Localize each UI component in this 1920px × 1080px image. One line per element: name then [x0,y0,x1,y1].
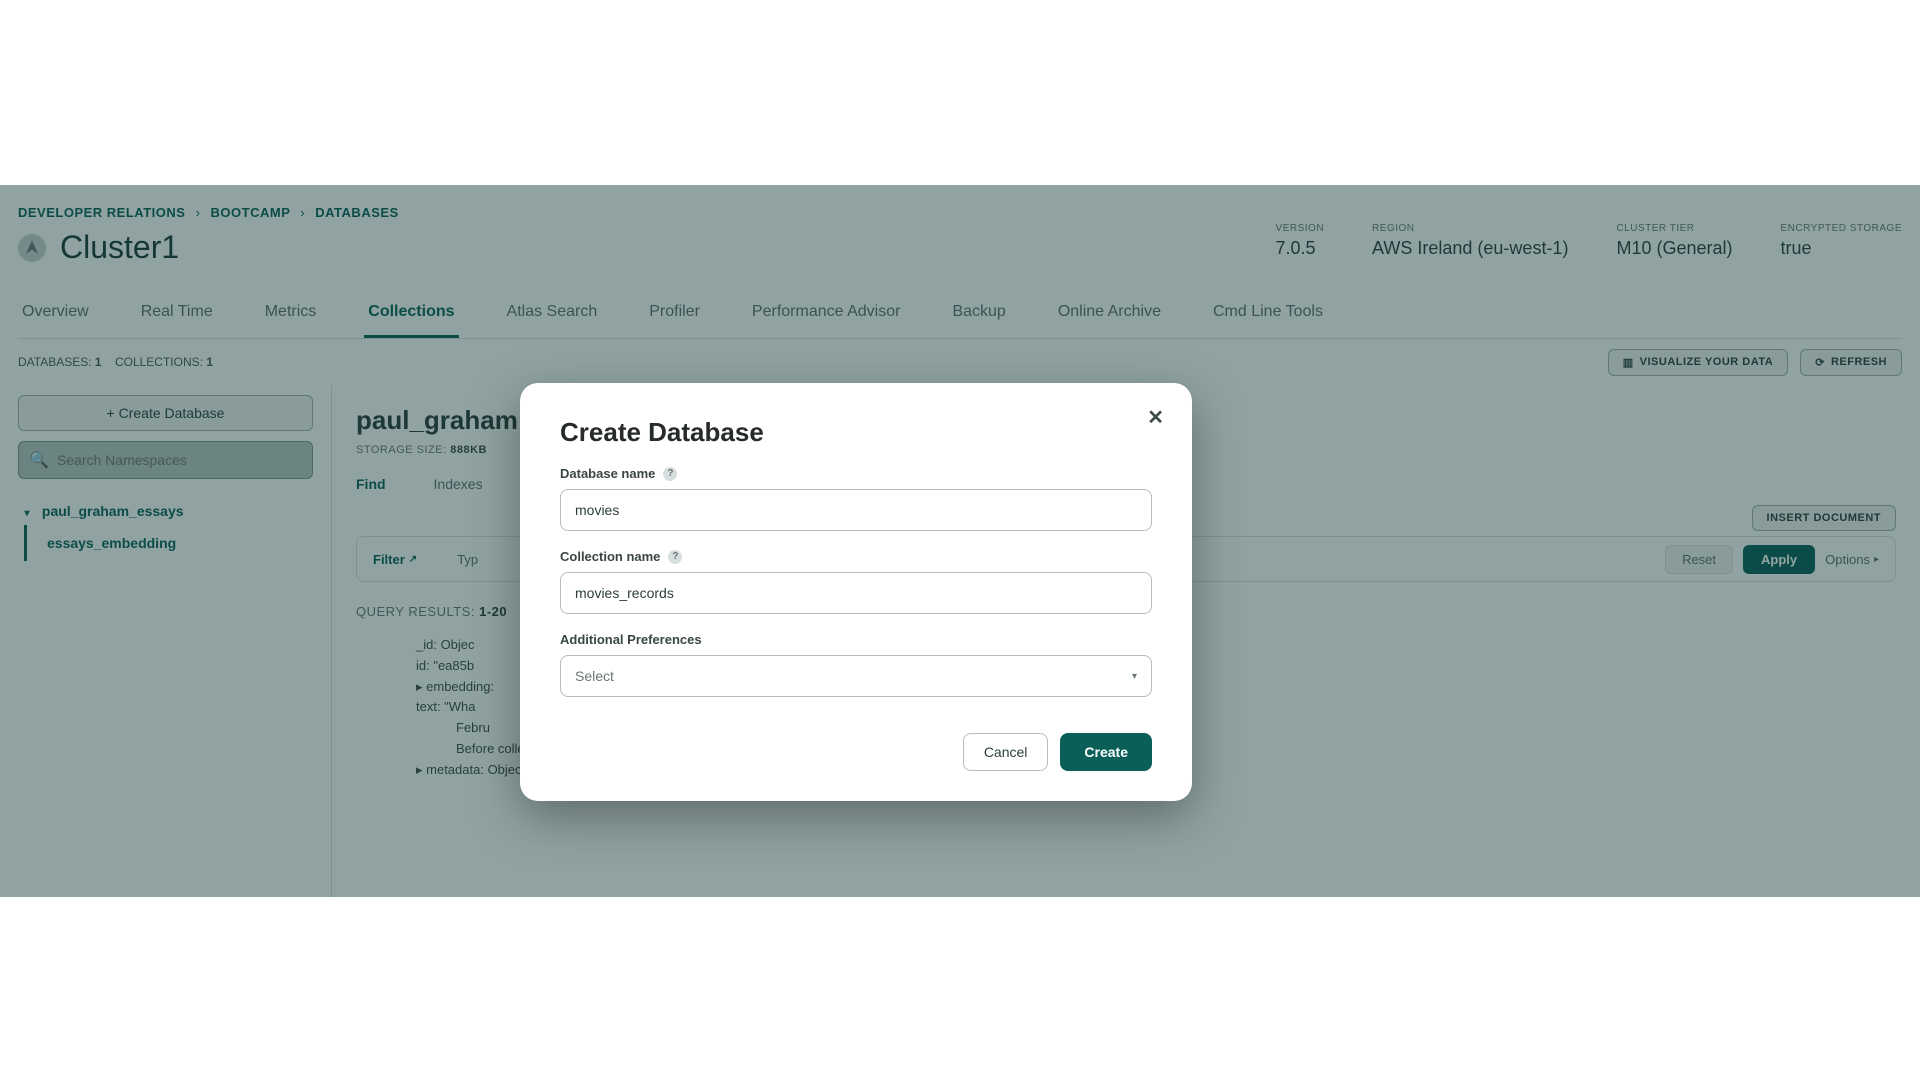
create-button[interactable]: Create [1060,733,1152,771]
chevron-down-icon: ▾ [1132,671,1137,682]
close-icon[interactable]: ✕ [1147,405,1164,430]
collection-name-label: Collection name [560,549,660,564]
select-placeholder: Select [575,668,614,684]
database-name-label: Database name [560,466,655,481]
additional-preferences-label: Additional Preferences [560,632,702,647]
help-icon[interactable]: ? [663,467,677,481]
create-database-modal: ✕ Create Database Database name ? Collec… [520,383,1192,801]
cancel-button[interactable]: Cancel [963,733,1049,771]
collection-name-input[interactable] [560,572,1152,614]
database-name-input[interactable] [560,489,1152,531]
additional-preferences-select[interactable]: Select ▾ [560,655,1152,697]
help-icon[interactable]: ? [668,550,682,564]
modal-title: Create Database [560,417,1152,448]
